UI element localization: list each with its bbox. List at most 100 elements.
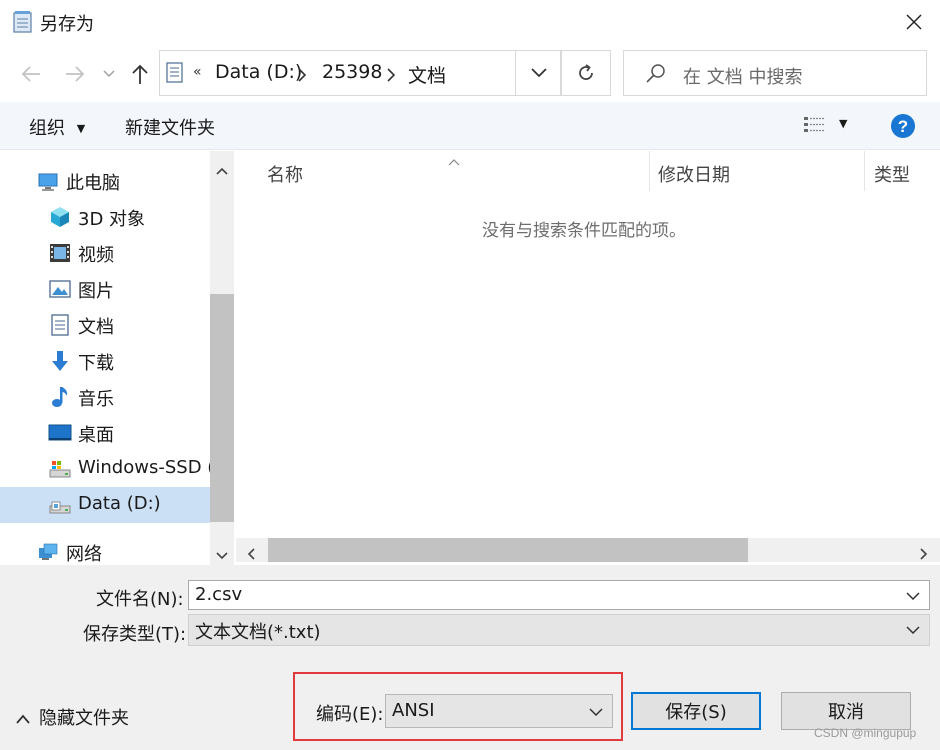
encoding-select[interactable]: ANSI [385, 694, 613, 728]
filename-field[interactable]: 2.csv [188, 580, 930, 610]
sidebar-item-windows-ssd[interactable]: Windows-SSD ( [0, 451, 214, 487]
refresh-button[interactable] [561, 50, 611, 96]
sidebar-scrollbar-thumb[interactable] [210, 294, 234, 522]
filetype-label: 保存类型(T): [83, 624, 187, 645]
encoding-label: 编码(E): [316, 704, 384, 725]
chevron-up-icon[interactable] [16, 708, 30, 729]
column-divider[interactable] [649, 151, 650, 191]
search-placeholder[interactable]: 在 文档 中搜索 [683, 63, 802, 89]
network-icon [36, 540, 60, 564]
sidebar-item-network[interactable]: 网络 [0, 534, 210, 565]
sidebar-item-label: 下载 [78, 353, 114, 374]
scroll-left-icon[interactable] [247, 544, 255, 565]
arrow-left-icon [21, 66, 40, 82]
new-folder-button[interactable]: 新建文件夹 [125, 114, 215, 140]
address-dropdown-button[interactable] [515, 50, 561, 96]
horizontal-scrollbar-thumb[interactable] [268, 538, 748, 562]
video-icon [48, 241, 72, 265]
sidebar-item-label: 音乐 [78, 389, 114, 410]
refresh-icon [579, 64, 593, 80]
sidebar-item-label: Windows-SSD ( [78, 457, 215, 478]
column-header-name[interactable]: 名称 [267, 161, 303, 187]
sidebar-item-this-pc[interactable]: 此电脑 [0, 163, 210, 199]
caret-down-icon: ▼ [76, 122, 86, 135]
column-header-date-modified[interactable]: 修改日期 [658, 161, 730, 187]
recent-locations-button[interactable] [96, 60, 122, 88]
back-button[interactable] [16, 60, 46, 88]
chevron-down-icon [530, 68, 547, 78]
view-dropdown-icon[interactable]: ▼ [839, 117, 847, 130]
window-title: 另存为 [40, 14, 94, 35]
document-icon [48, 313, 72, 337]
music-icon [48, 385, 72, 409]
filename-label: 文件名(N): [96, 589, 184, 610]
cancel-button[interactable]: 取消 [781, 692, 911, 730]
sidebar-item-label: 文档 [78, 317, 114, 338]
help-button[interactable]: ? [890, 113, 916, 144]
watermark: CSDN @mingupup [814, 726, 917, 740]
breadcrumb-folder[interactable]: 25398 [322, 61, 382, 83]
sidebar-item-label: 视频 [78, 245, 114, 266]
arrow-up-icon [132, 64, 148, 84]
empty-list-message: 没有与搜索条件匹配的项。 [482, 221, 686, 241]
details-view-icon [804, 117, 825, 132]
picture-icon [48, 277, 72, 301]
sidebar-item-label: 3D 对象 [78, 209, 146, 230]
sidebar-item-documents[interactable]: 文档 [0, 307, 210, 343]
svg-text:?: ? [898, 117, 908, 136]
up-button[interactable] [125, 60, 155, 88]
sidebar-item-label: 桌面 [78, 425, 114, 446]
scroll-right-icon[interactable] [920, 544, 928, 565]
chevron-down-icon [903, 620, 923, 640]
drive-icon [48, 493, 72, 517]
close-button[interactable] [894, 4, 934, 40]
breadcrumb-drive[interactable]: Data (D:) [215, 61, 302, 83]
chevron-down-icon[interactable] [903, 586, 923, 606]
chevron-right-icon[interactable] [297, 66, 307, 87]
organize-menu[interactable]: 组织 ▼ [29, 114, 85, 140]
sidebar-item-music[interactable]: 音乐 [0, 379, 210, 415]
drive-icon [48, 457, 72, 481]
view-options-button[interactable] [803, 115, 827, 140]
forward-button[interactable] [60, 60, 90, 88]
sidebar-item-label: 网络 [66, 544, 102, 565]
breadcrumb-overflow[interactable]: « [193, 64, 202, 80]
chevron-right-icon[interactable] [386, 66, 396, 87]
filetype-select[interactable]: 文本文档(*.txt) [188, 614, 930, 646]
notepad-icon [12, 10, 34, 34]
sidebar-item-pictures[interactable]: 图片 [0, 271, 210, 307]
column-divider[interactable] [864, 151, 865, 191]
sidebar-item-desktop[interactable]: 桌面 [0, 415, 210, 451]
breadcrumb-current[interactable]: 文档 [408, 61, 446, 88]
organize-label: 组织 [29, 118, 65, 139]
desktop-icon [48, 421, 72, 445]
scroll-down-icon[interactable] [216, 544, 228, 565]
cube-icon [48, 205, 72, 229]
save-button[interactable]: 保存(S) [631, 692, 761, 730]
computer-icon [36, 169, 60, 193]
file-list[interactable] [236, 151, 940, 541]
arrow-right-icon [66, 66, 85, 82]
hide-folders-button[interactable]: 隐藏文件夹 [39, 704, 129, 730]
sort-ascending-icon [448, 150, 460, 171]
document-location-icon [166, 62, 184, 89]
sidebar-item-label: Data (D:) [78, 493, 161, 514]
title-bar [0, 0, 940, 44]
sidebar-item-videos[interactable]: 视频 [0, 235, 210, 271]
search-icon [645, 62, 667, 89]
download-icon [48, 349, 72, 373]
filename-value[interactable]: 2.csv [195, 584, 242, 605]
close-icon [906, 14, 922, 30]
scroll-up-icon[interactable] [216, 159, 228, 180]
chevron-down-icon [586, 702, 606, 722]
sidebar-item-label: 此电脑 [66, 173, 120, 194]
sidebar-item-3d-objects[interactable]: 3D 对象 [0, 199, 210, 235]
sidebar-item-label: 图片 [78, 281, 114, 302]
sidebar-item-data-drive[interactable]: Data (D:) [0, 487, 210, 523]
chevron-down-icon [103, 70, 115, 78]
encoding-value: ANSI [392, 700, 435, 721]
column-header-type[interactable]: 类型 [874, 161, 910, 187]
sidebar-item-downloads[interactable]: 下载 [0, 343, 210, 379]
help-icon: ? [891, 114, 915, 138]
filetype-value: 文本文档(*.txt) [195, 622, 321, 643]
